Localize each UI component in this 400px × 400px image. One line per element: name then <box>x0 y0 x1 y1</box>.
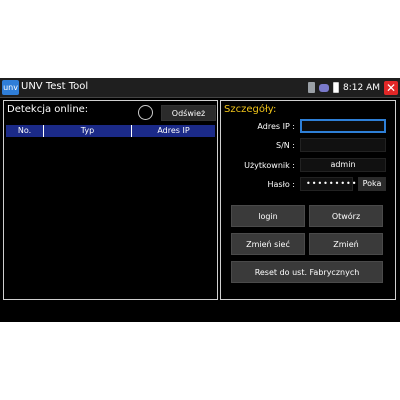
details-panel: Szczegóły: Adres IP : S/N : Użytkownik :… <box>220 100 396 300</box>
open-button[interactable]: Otwórz <box>309 205 383 227</box>
loading-spinner-icon <box>138 105 153 120</box>
user-label: Użytkownik : <box>244 160 295 170</box>
refresh-button[interactable]: Odśwież <box>161 105 216 121</box>
user-row: Użytkownik : admin <box>227 158 393 172</box>
ip-input[interactable] <box>300 119 386 133</box>
change-user-button[interactable]: Zmień użytkownika <box>309 233 383 271</box>
clock: 8:12 AM <box>343 82 380 93</box>
app-icon: unv <box>2 80 19 95</box>
online-detection-title: Detekcja online: <box>7 104 89 115</box>
show-password-button[interactable]: Poka <box>358 177 386 191</box>
column-ip[interactable]: Adres IP <box>132 125 215 137</box>
password-row: Hasło : ••••••••• Poka <box>227 177 393 191</box>
close-icon[interactable]: ✕ <box>384 80 398 95</box>
sn-label: S/N : <box>276 140 295 150</box>
column-type[interactable]: Typ <box>44 125 132 137</box>
ip-label: Adres IP : <box>257 121 295 131</box>
password-input[interactable]: ••••••••• <box>300 177 356 191</box>
column-no[interactable]: No. <box>6 125 44 137</box>
sn-input[interactable] <box>300 138 386 152</box>
status-area: 8:12 AM ✕ <box>308 78 400 97</box>
phone-icon <box>308 82 315 93</box>
ip-row: Adres IP : <box>227 119 393 133</box>
title-bar: unv UNV Test Tool 8:12 AM ✕ <box>0 78 400 98</box>
user-input[interactable]: admin <box>300 158 386 172</box>
sn-row: S/N : <box>227 138 393 152</box>
app-title: UNV Test Tool <box>21 81 89 92</box>
login-button[interactable]: login <box>231 205 305 227</box>
factory-reset-button[interactable]: Reset do ust. Fabrycznych <box>231 261 383 283</box>
details-title: Szczegóły: <box>224 104 277 115</box>
usb-icon <box>319 83 329 92</box>
battery-icon <box>333 82 339 93</box>
device-screen: unv UNV Test Tool 8:12 AM ✕ Detekcja onl… <box>0 78 400 322</box>
online-detection-panel: Detekcja online: Odśwież No. Typ Adres I… <box>3 100 218 300</box>
change-network-button[interactable]: Zmień sieć <box>231 233 305 255</box>
password-label: Hasło : <box>267 179 296 189</box>
device-table-header: No. Typ Adres IP <box>6 125 215 137</box>
